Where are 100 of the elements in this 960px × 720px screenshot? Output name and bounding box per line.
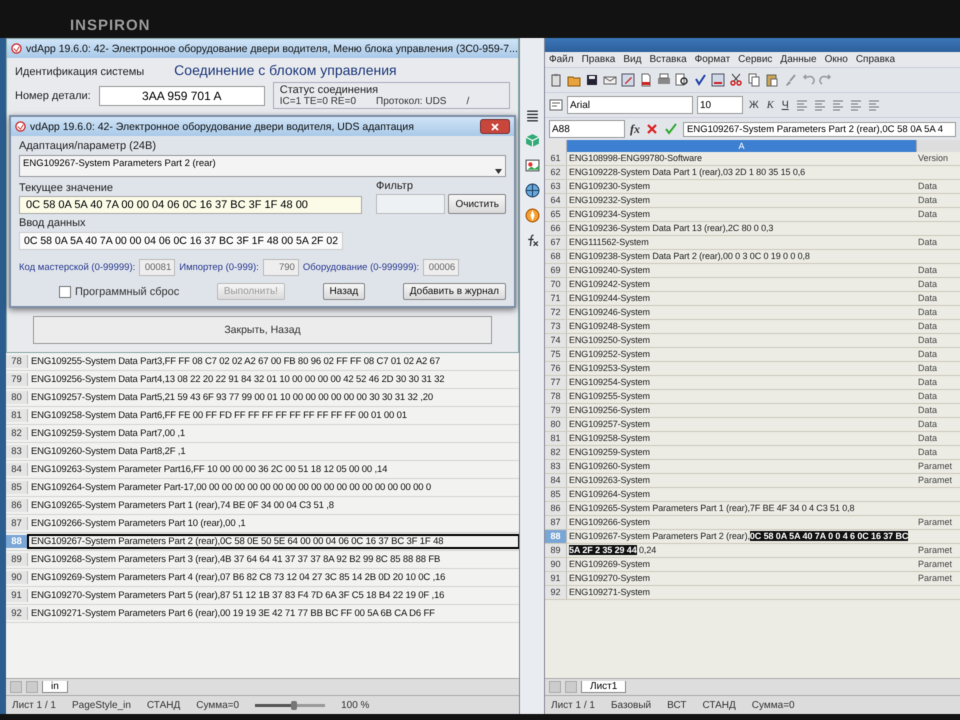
dialog-button[interactable]: Добавить в журнал — [402, 283, 506, 300]
lines-icon[interactable] — [524, 108, 540, 123]
row-number[interactable]: 85 — [6, 481, 28, 494]
row-number[interactable]: 65 — [545, 208, 567, 221]
row-number[interactable]: 72 — [545, 306, 567, 319]
row-number[interactable]: 79 — [545, 404, 567, 417]
globe-icon[interactable] — [524, 183, 540, 198]
menu-item[interactable]: Данные — [780, 54, 817, 65]
row-number[interactable]: 91 — [545, 572, 567, 585]
menu-item[interactable]: Окно — [824, 54, 848, 65]
row-number[interactable]: 81 — [6, 409, 28, 422]
row-number[interactable]: 68 — [545, 250, 567, 263]
row-number[interactable]: 92 — [545, 586, 567, 599]
column-header[interactable]: A — [567, 140, 916, 152]
format-button[interactable]: Ж — [747, 99, 761, 111]
copy-icon[interactable] — [747, 73, 761, 87]
printer-icon[interactable] — [657, 73, 671, 87]
code-field[interactable]: 00081 — [139, 259, 176, 276]
row-number[interactable]: 70 — [545, 278, 567, 291]
table-cell-text: ENG109271-System Parameters Part 6 (rear),00 19 19 3E 42 71 77 BB BC FF 00 5A 6B CA D6 FF — [30, 607, 436, 620]
row-number[interactable]: 77 — [545, 376, 567, 389]
row-number[interactable]: 71 — [545, 292, 567, 305]
cell-reference-field[interactable]: A88 — [549, 120, 625, 138]
spellcheck-icon[interactable] — [693, 73, 707, 87]
row-number[interactable]: 64 — [545, 194, 567, 207]
align-left-icon[interactable] — [794, 98, 809, 112]
row-number[interactable]: 69 — [545, 264, 567, 277]
magnifier-icon[interactable] — [675, 73, 689, 87]
part-number-field[interactable]: 3AA 959 701 A — [98, 86, 265, 106]
compass-icon[interactable] — [524, 208, 540, 223]
sheet-tab[interactable]: Лист1 — [581, 681, 626, 693]
row-number[interactable]: 86 — [6, 499, 28, 512]
row-number[interactable]: 79 — [6, 373, 28, 386]
row-number[interactable]: 66 — [545, 222, 567, 235]
row-number[interactable]: 91 — [6, 589, 28, 602]
menu-item[interactable]: Сервис — [738, 54, 772, 65]
row-number[interactable]: 92 — [6, 607, 28, 620]
field-label: Текущее значение — [19, 182, 114, 194]
row-number[interactable]: 87 — [545, 516, 567, 529]
row-number[interactable]: 90 — [545, 558, 567, 571]
styles-icon[interactable] — [549, 98, 563, 112]
menu-item[interactable]: Файл — [549, 54, 574, 65]
zoom-slider-thumb[interactable] — [290, 700, 297, 710]
code-field[interactable]: 00006 — [423, 259, 460, 276]
font-name-dropdown[interactable]: Arial — [567, 96, 693, 114]
dialog-button[interactable]: Назад — [322, 283, 366, 300]
formula-field[interactable]: ENG109267-System Parameters Part 2 (rear),0C 58 0A 5A 4 — [683, 122, 956, 136]
format-button[interactable]: К — [764, 100, 776, 110]
row-number[interactable]: 78 — [545, 390, 567, 403]
row-number[interactable]: 61 — [545, 152, 567, 165]
cube-icon[interactable] — [524, 133, 540, 148]
row-number[interactable]: 82 — [545, 446, 567, 459]
filter-field[interactable] — [376, 194, 446, 214]
row-number[interactable]: 80 — [6, 391, 28, 404]
row-number[interactable]: 85 — [545, 488, 567, 501]
paste-icon[interactable] — [765, 73, 779, 87]
checkmark-icon[interactable] — [664, 122, 678, 136]
save-icon[interactable] — [585, 73, 599, 87]
menu-item[interactable]: Вид — [623, 54, 642, 65]
menu-item[interactable]: Формат — [694, 54, 730, 65]
sheet-tab[interactable]: in — [42, 681, 68, 693]
row-number[interactable]: 80 — [545, 418, 567, 431]
pencil-icon[interactable] — [621, 73, 635, 87]
document-icon[interactable] — [639, 73, 653, 87]
scissors-icon[interactable] — [729, 73, 743, 87]
row-number[interactable]: 73 — [545, 320, 567, 333]
row-number[interactable]: 86 — [545, 502, 567, 515]
row-number[interactable]: 84 — [6, 463, 28, 476]
clear-button[interactable]: Очистить — [448, 194, 506, 214]
row-number[interactable]: 76 — [545, 362, 567, 375]
format-button[interactable]: Ч — [780, 99, 791, 111]
data-input-field[interactable]: 0C 58 0A 5A 40 7A 00 00 04 06 0C 16 37 BC 3F 1F 48 00 5A 2F 02 — [19, 232, 344, 250]
row-number[interactable]: 81 — [545, 432, 567, 445]
row-number[interactable]: 87 — [6, 517, 28, 530]
row-number[interactable]: 89 — [545, 544, 567, 557]
close-button[interactable] — [480, 119, 510, 134]
function-wizard-button[interactable]: fx — [630, 122, 640, 136]
row-number[interactable]: 78 — [6, 355, 28, 368]
row-number[interactable]: 83 — [6, 445, 28, 458]
menu-item[interactable]: Вставка — [649, 54, 687, 65]
parameter-dropdown[interactable]: ENG109267-System Parameters Part 2 (rear) — [19, 155, 506, 177]
cross-icon[interactable] — [645, 122, 659, 136]
code-field[interactable]: 790 — [262, 259, 299, 276]
row-number[interactable]: 75 — [545, 348, 567, 361]
font-size-dropdown[interactable]: 10 — [697, 96, 743, 114]
row-number[interactable]: 83 — [545, 460, 567, 473]
checkbox[interactable] — [59, 286, 71, 298]
menu-item[interactable]: Справка — [856, 54, 896, 65]
row-number[interactable]: 67 — [545, 236, 567, 249]
menu-item[interactable]: Правка — [582, 54, 616, 65]
row-number[interactable]: 63 — [545, 180, 567, 193]
row-number[interactable]: 89 — [6, 553, 28, 566]
row-number[interactable]: 62 — [545, 166, 567, 179]
row-number[interactable]: 82 — [6, 427, 28, 440]
row-number[interactable]: 74 — [545, 334, 567, 347]
row-number[interactable]: 84 — [545, 474, 567, 487]
clipboard-icon[interactable] — [549, 73, 563, 87]
gallery-icon[interactable] — [524, 158, 540, 173]
row-number[interactable]: 90 — [6, 571, 28, 584]
close-back-button[interactable]: Закрыть, Назад — [33, 316, 492, 344]
